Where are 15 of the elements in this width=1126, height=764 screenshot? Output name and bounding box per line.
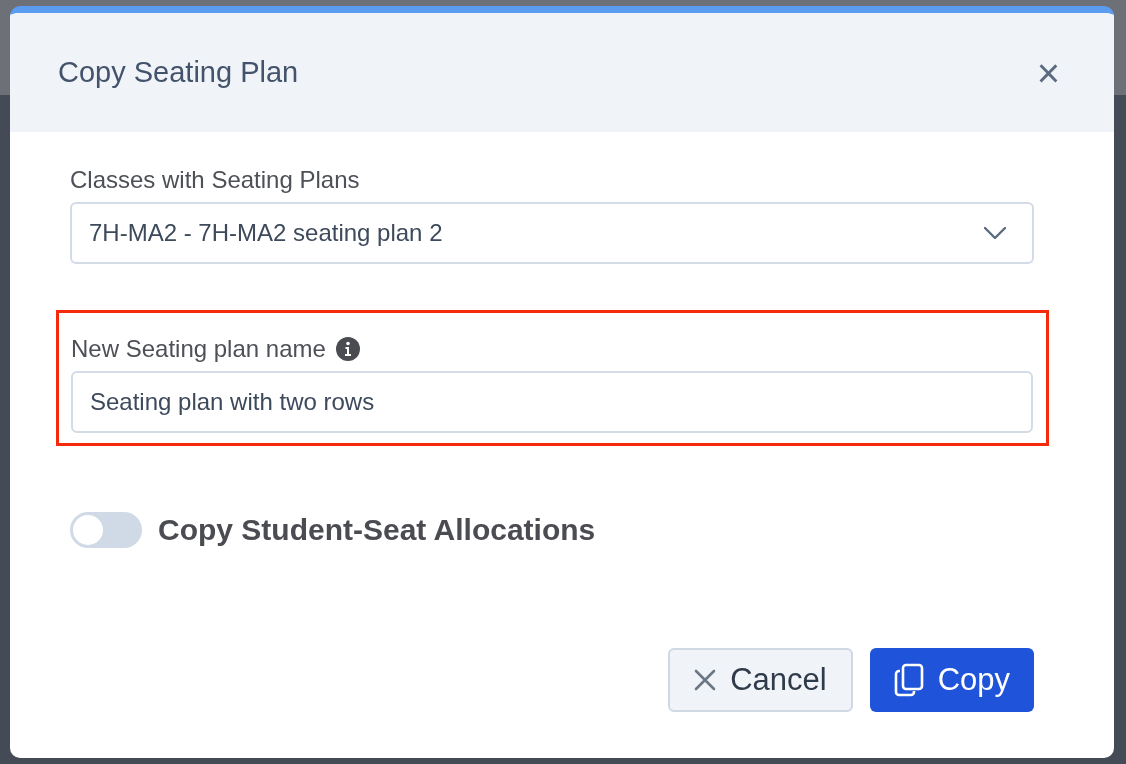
toggle-switch[interactable] [70,512,142,548]
cancel-button[interactable]: Cancel [668,648,853,712]
info-icon [335,337,360,361]
chevron-down-icon [984,227,1006,239]
field-label: New Seating plan name [71,335,326,363]
toggle-label: Copy Student-Seat Allocations [158,513,596,547]
name-input[interactable]: Seating plan with two rows [71,371,1033,433]
close-button[interactable]: × [1032,52,1064,93]
field-label: Classes with Seating Plans [70,166,361,194]
class-select[interactable]: 7H-MA2 - 7H-MA2 seating plan 2 [70,202,1034,264]
close-icon [694,669,717,691]
copy-icon [893,663,924,697]
dialog-title: Copy Seating Plan [58,56,299,89]
select-value: 7H-MA2 - 7H-MA2 seating plan 2 [89,219,443,247]
copy-button[interactable]: Copy [869,648,1034,712]
